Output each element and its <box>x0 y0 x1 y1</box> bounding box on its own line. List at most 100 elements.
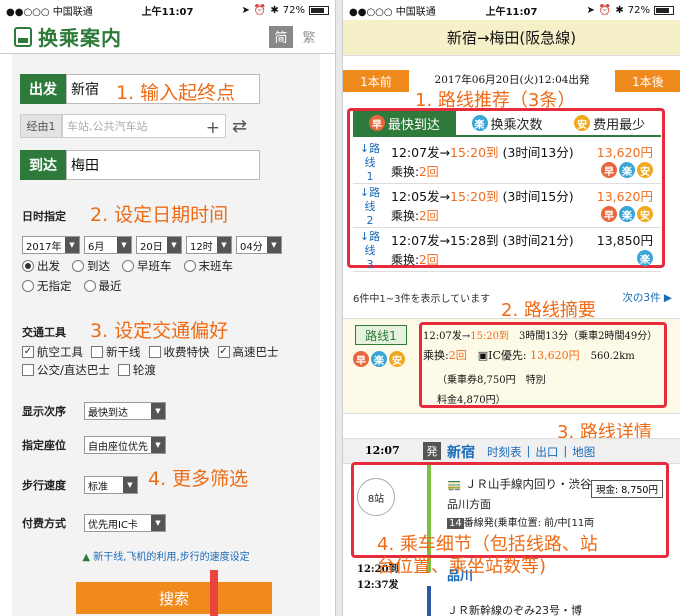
route1-badge: 路线1 <box>355 325 407 345</box>
via-label: 经由1 <box>20 114 62 138</box>
to-input[interactable]: 梅田 <box>66 150 260 180</box>
triangle-icon: ▲ <box>82 552 94 563</box>
check-air[interactable]: ✓ 航空工具 <box>22 344 83 360</box>
route-tag: ↓路线 3 <box>359 230 381 271</box>
search-button[interactable]: 搜索 <box>76 582 272 614</box>
order-select[interactable]: 最快到达 ▼ <box>84 402 166 420</box>
seat-label: 指定座位 <box>22 439 66 452</box>
check-limited-express[interactable]: 收费特快 <box>148 344 210 360</box>
walk-select[interactable]: 标准 ▼ <box>84 476 138 494</box>
cheap-mark-icon: 安 <box>637 206 653 222</box>
next-results-link[interactable]: 次の3件 ▶ <box>622 290 672 305</box>
annotation-r4b: 台位置、乘坐站数等) <box>377 556 547 577</box>
seat-select[interactable]: 自由座位优先 ▼ <box>84 436 166 454</box>
route-row-1[interactable]: ↓路线 1 12:07发→15:20到 (3时间13分) 13,620円 乘换:2回 早楽… <box>353 140 661 184</box>
check-local-bus[interactable]: 公交/直达巴士 <box>22 362 110 378</box>
via-placeholder: 车站,公共汽车站 <box>67 120 148 133</box>
route-marks: 早楽安 <box>601 162 653 178</box>
radio-first-train[interactable]: 早班车 <box>122 258 172 274</box>
summary-highlight <box>419 322 667 408</box>
timetable-link[interactable]: 时刻表 <box>487 444 522 460</box>
easy-mark-icon: 楽 <box>471 115 488 131</box>
order-label: 显示次序 <box>22 405 66 418</box>
radio-last-train[interactable]: 末班车 <box>183 258 233 274</box>
transport-row-1: ✓ 航空工具 新干线 收费特快 ✓ 高速巴士 <box>22 344 279 360</box>
via-row: 经由1 车站,公共汽车站 + ⇄ <box>20 114 247 138</box>
transfer-depart-time: 12:37发 <box>357 580 399 591</box>
tab-fewest-transfers[interactable]: 楽换乘次数 <box>455 111 559 135</box>
depart-badge: 発 <box>423 442 441 460</box>
status-bar-right: ●●○○○ 中国联通 上午11:07 ➤ ⏰ ✱ 72% <box>343 0 680 20</box>
add-via-icon[interactable]: + <box>206 118 220 138</box>
check-shinkansen[interactable]: 新干线 <box>91 344 141 360</box>
annotation-1: 1. 输入起终点 <box>116 82 236 104</box>
radio-arrival[interactable]: 到达 <box>72 258 110 274</box>
month-select[interactable]: 6月 ▼ <box>84 236 132 254</box>
departure-header: 12:07 発 新宿 时刻表 | 出口 | 地图 <box>343 438 680 464</box>
hour-select[interactable]: 12时 ▼ <box>186 236 232 254</box>
radio-unspecified[interactable]: 无指定 <box>22 278 72 294</box>
lang-simplified[interactable]: 简 <box>269 25 293 48</box>
route-times: 12:05发→15:20到 (3时间15分) <box>391 189 574 204</box>
status-bar: ●●○○○ 中国联通 上午11:07 ➤ ⏰ ✱ 72% <box>0 0 335 20</box>
next-train-button[interactable]: 1本後 <box>615 70 680 92</box>
fast-mark-icon: 早 <box>368 115 385 131</box>
check-ferry[interactable]: 轮渡 <box>117 362 156 378</box>
easy-mark-icon: 楽 <box>637 250 653 266</box>
swap-icon[interactable]: ⇄ <box>232 114 247 138</box>
right-screen: ●●○○○ 中国联通 上午11:07 ➤ ⏰ ✱ 72% 新宿→梅田(阪急線) … <box>342 0 680 616</box>
route-row-2[interactable]: ↓路线 2 12:05发→15:20到 (3时间15分) 13,620円 乘换:2回 早楽… <box>353 184 661 228</box>
route-tag: ↓路线 2 <box>359 186 381 227</box>
walk-label: 步行速度 <box>22 479 66 492</box>
tab-fastest[interactable]: 早最快到达 <box>353 111 456 135</box>
route-tabs: 早最快到达 楽换乘次数 安费用最少 <box>353 111 662 137</box>
date-selects: 2017年 ▼ 6月 ▼ 20日 ▼ 12时 ▼ 04分 ▼ <box>22 236 282 254</box>
map-link[interactable]: 地图 <box>572 444 595 460</box>
date-label: 日时指定 <box>22 210 66 223</box>
time-type-row-1: 出发 到达 早班车 末班车 <box>22 258 233 274</box>
minute-select[interactable]: 04分 ▼ <box>236 236 282 254</box>
check-highway-bus[interactable]: ✓ 高速巴士 <box>217 344 279 360</box>
battery-icon <box>309 5 329 15</box>
annotation-3: 3. 设定交通偏好 <box>90 320 229 342</box>
pay-select[interactable]: 优先用IC卡 ▼ <box>84 514 166 532</box>
route-times: 12:07发→15:20到 (3时间13分) <box>391 145 574 160</box>
order-row: 显示次序 最快到达 ▼ <box>22 402 166 420</box>
next-train-line[interactable]: ＪＲ新幹線のぞみ23号・博 <box>447 602 582 616</box>
prev-train-button[interactable]: 1本前 <box>343 70 409 92</box>
route-marks: 楽 <box>637 250 653 266</box>
summary-marks: 早 楽 安 <box>353 351 405 367</box>
radio-departure[interactable]: 出发 <box>22 258 60 274</box>
route-fare: 13,620円 <box>596 145 653 160</box>
to-row: 到达 梅田 <box>20 150 260 180</box>
pay-label: 付费方式 <box>22 517 66 530</box>
to-label: 到达 <box>20 150 66 180</box>
annotation-4: 4. 更多筛选 <box>148 468 249 490</box>
via-input[interactable]: 车站,公共汽车站 + <box>62 114 226 138</box>
departure-time: 12:07 <box>365 444 400 457</box>
tab-cheapest[interactable]: 安费用最少 <box>558 111 662 135</box>
route-title: 新宿→梅田(阪急線) <box>343 20 680 56</box>
more-settings-link[interactable]: ▲ 新干线,飞机的利用,步行的速度设定 <box>12 548 320 563</box>
pay-row: 付费方式 优先用IC卡 ▼ <box>22 514 166 532</box>
easy-mark-icon: 楽 <box>619 206 635 222</box>
fast-mark-icon: 早 <box>601 162 617 178</box>
year-select[interactable]: 2017年 ▼ <box>22 236 80 254</box>
lang-traditional[interactable]: 繁 <box>297 26 321 48</box>
app-header: 换乘案内 简 繁 <box>0 20 335 54</box>
cheap-mark-icon: 安 <box>637 162 653 178</box>
cheap-mark-icon: 安 <box>574 115 591 131</box>
from-label: 出发 <box>20 74 66 104</box>
day-select[interactable]: 20日 ▼ <box>136 236 182 254</box>
clock-right: 上午11:07 <box>485 6 538 18</box>
route-row-3[interactable]: ↓路线 3 12:07发→15:28到 (3时间21分) 13,850円 乘换:2回 楽 <box>353 228 661 272</box>
exit-link[interactable]: 出口 <box>535 444 558 460</box>
station-links: 时刻表 | 出口 | 地图 <box>487 444 596 460</box>
app-logo: 换乘案内 <box>38 26 122 50</box>
radio-nearest[interactable]: 最近 <box>83 278 122 294</box>
fast-mark-icon: 早 <box>601 206 617 222</box>
arrow-annotation <box>210 570 218 616</box>
result-count: 6件中1~3件を表示しています <box>353 294 491 305</box>
departure-station[interactable]: 新宿 <box>447 442 475 462</box>
route-fare: 13,620円 <box>596 189 653 204</box>
